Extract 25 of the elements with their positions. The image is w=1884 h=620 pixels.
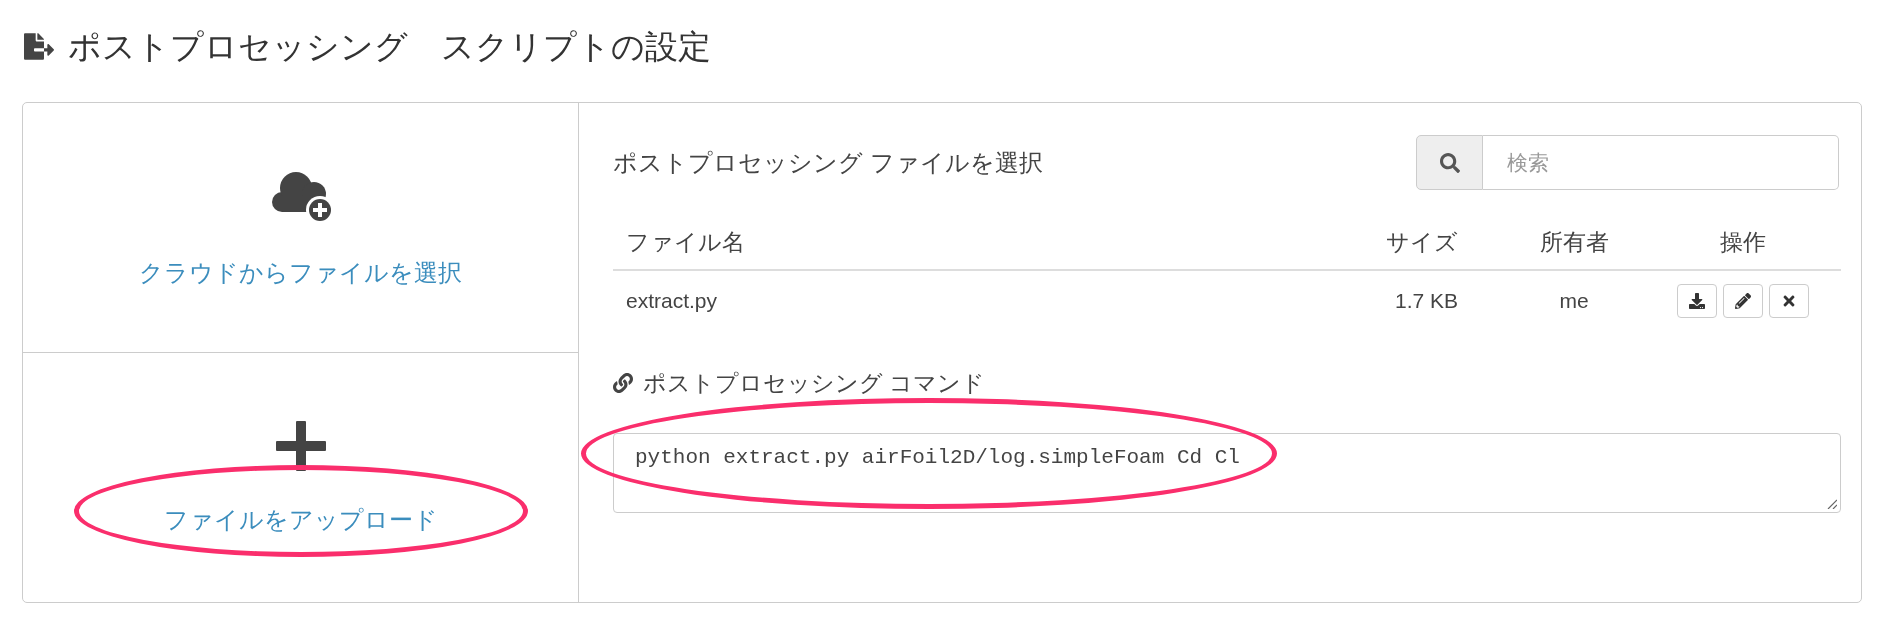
- download-button[interactable]: [1677, 284, 1717, 318]
- page-title: ポストプロセッシング スクリプトの設定: [68, 29, 711, 63]
- column-header: 所有者: [1538, 227, 1610, 257]
- column-header: サイズ: [1385, 227, 1459, 257]
- plus-icon: [275, 420, 326, 471]
- search-icon: [1439, 152, 1460, 173]
- table-cell-text: me: [1558, 288, 1590, 315]
- download-icon: [1689, 293, 1705, 309]
- close-icon: [1781, 293, 1797, 309]
- table-cell-text: extract.py: [625, 288, 719, 315]
- resize-handle-icon: [1827, 499, 1837, 509]
- search-field[interactable]: 検索: [1483, 135, 1839, 190]
- column-header: ファイル名: [625, 227, 746, 257]
- pencil-icon: [1735, 293, 1751, 309]
- cloud-select-link[interactable]: クラウドからファイルを選択: [139, 258, 462, 286]
- delete-button[interactable]: [1769, 284, 1809, 318]
- column-header: 操作: [1719, 227, 1767, 257]
- link-icon: [613, 373, 633, 393]
- file-export-icon: [24, 32, 54, 60]
- upload-link[interactable]: ファイルをアップロード: [163, 505, 438, 533]
- file-picker-title: ポストプロセッシング ファイルを選択: [613, 147, 1043, 178]
- edit-button[interactable]: [1723, 284, 1763, 318]
- table-cell-text: 1.7 KB: [1393, 288, 1459, 315]
- command-field[interactable]: python extract.py airFoil2D/log.simpleFoam Cd Cl: [613, 433, 1841, 513]
- command-label: ポストプロセッシング コマンド: [643, 368, 986, 398]
